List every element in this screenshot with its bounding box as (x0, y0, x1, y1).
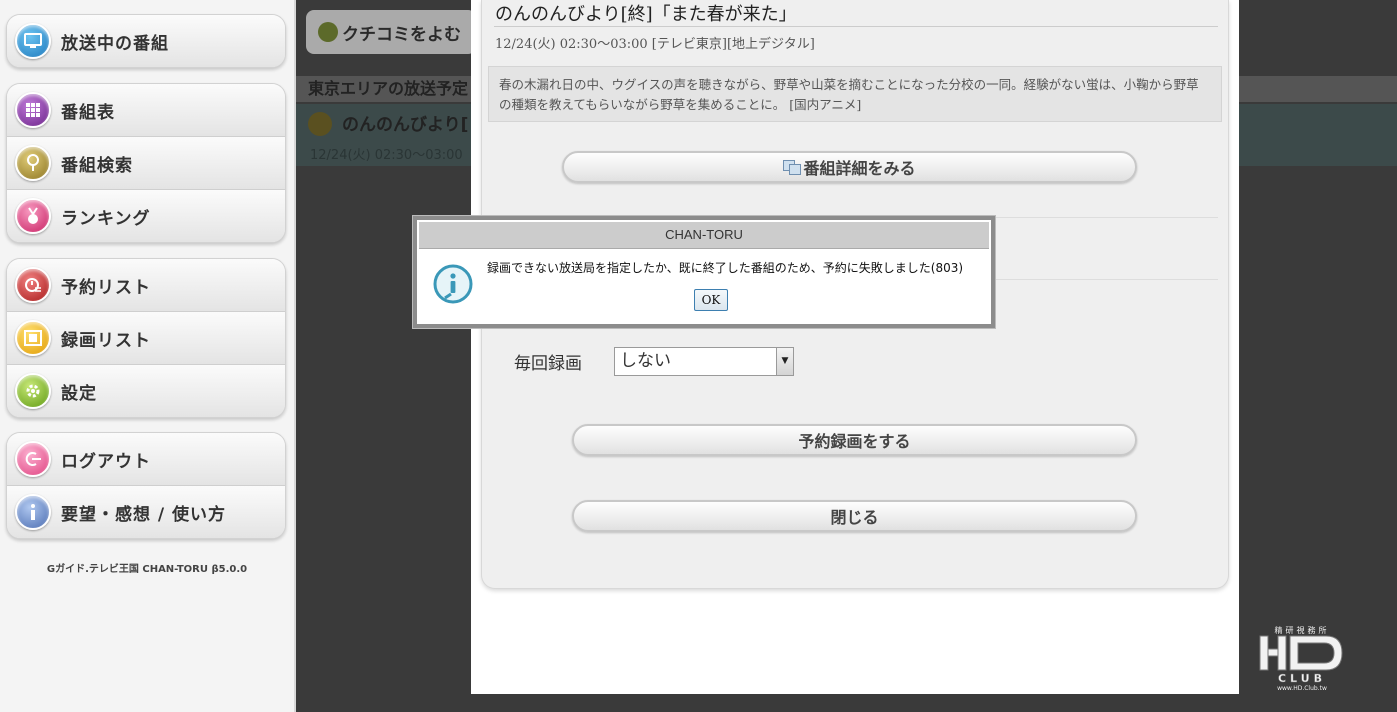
kuchikomi-label: クチコミをよむ (342, 24, 461, 45)
menu-label: ログアウト (61, 451, 151, 472)
program-detail-button[interactable]: 番組詳細をみる (562, 151, 1137, 183)
search-icon (15, 145, 51, 181)
medal-icon (15, 198, 51, 234)
repeat-recording-label: 毎回録画 (514, 354, 582, 374)
menu-group-recording: 予約リスト 録画リスト 設定 (6, 258, 286, 418)
grid-icon (15, 92, 51, 128)
dialog-message: 録画できない放送局を指定したか、既に終了した番組のため、予約に失敗しました(80… (487, 261, 964, 275)
detail-button-label: 番組詳細をみる (803, 159, 916, 178)
menu-item-reservation-list[interactable]: 予約リスト (7, 259, 285, 312)
dropdown-arrow-icon: ▼ (776, 348, 793, 375)
menu-group-programs: 番組表 番組検索 ランキング (6, 83, 286, 243)
reserve-recording-button[interactable]: 予約録画をする (572, 424, 1137, 456)
menu-label: ランキング (61, 208, 151, 229)
kuchikomi-button: クチコミをよむ (306, 10, 476, 54)
logout-icon (15, 441, 51, 477)
menu-label: 録画リスト (61, 330, 151, 351)
background-program-time: 12/24(火) 02:30〜03:00 (310, 148, 463, 163)
program-detail-panel: のんのんびより[終]「また春が来た」 12/24(火) 02:30〜03:00 … (471, 0, 1239, 694)
program-icon (308, 112, 332, 136)
close-button[interactable]: 閉じる (572, 500, 1137, 532)
info-icon (15, 494, 51, 530)
program-description: 春の木漏れ日の中、ウグイスの声を聴きながら、野草や山菜を摘むことになった分校の一… (488, 66, 1222, 122)
menu-item-recorded-list[interactable]: 録画リスト (7, 312, 285, 365)
hd-club-watermark-logo: 精研視務所 CLUB www.HD.Club.tw (1256, 624, 1348, 692)
info-icon (433, 264, 473, 304)
speech-bubble-icon (318, 22, 338, 42)
clock-list-icon (15, 267, 51, 303)
divider (494, 26, 1218, 27)
menu-item-ranking[interactable]: ランキング (7, 190, 285, 242)
film-icon (15, 320, 51, 356)
repeat-recording-select[interactable]: しない ▼ (614, 347, 794, 376)
svg-text:www.HD.Club.tw: www.HD.Club.tw (1277, 685, 1327, 692)
sidebar: 放送中の番組 番組表 番組検索 ランキング 予約リスト 録画リスト 設定 ログア… (0, 0, 296, 712)
tv-icon (15, 23, 51, 59)
menu-group-account: ログアウト 要望・感想 / 使い方 (6, 432, 286, 539)
repeat-recording-value: しない (620, 351, 671, 371)
app-version-footer: Gガイド.テレビ王国 CHAN-TORU β5.0.0 (46, 564, 248, 575)
dialog-title: CHAN-TORU (419, 222, 989, 249)
menu-item-tv-guide[interactable]: 番組表 (7, 84, 285, 137)
program-time: 12/24(火) 02:30〜03:00 [テレビ東京][地上デジタル] (495, 37, 815, 52)
svg-text:CLUB: CLUB (1278, 672, 1326, 685)
menu-item-search[interactable]: 番組検索 (7, 137, 285, 190)
menu-item-logout[interactable]: ログアウト (7, 433, 285, 486)
error-dialog: CHAN-TORU 録画できない放送局を指定したか、既に終了した番組のため、予約… (413, 216, 995, 328)
menu-item-settings[interactable]: 設定 (7, 365, 285, 417)
ok-button[interactable]: OK (694, 289, 728, 311)
menu-item-feedback-help[interactable]: 要望・感想 / 使い方 (7, 486, 285, 538)
menu-label: 番組表 (61, 102, 115, 123)
menu-group-live: 放送中の番組 (6, 14, 286, 68)
menu-label: 放送中の番組 (61, 33, 169, 54)
program-title: のんのんびより[終]「また春が来た」 (495, 4, 797, 25)
menu-label: 予約リスト (61, 277, 151, 298)
menu-label: 要望・感想 / 使い方 (61, 504, 227, 525)
gear-icon (15, 373, 51, 409)
background-program-title: のんのんびより[ (342, 115, 469, 135)
svg-text:精研視務所: 精研視務所 (1275, 625, 1330, 635)
menu-item-live[interactable]: 放送中の番組 (7, 15, 285, 67)
menu-label: 番組検索 (61, 155, 133, 176)
windows-icon (783, 160, 802, 175)
menu-label: 設定 (61, 383, 97, 404)
